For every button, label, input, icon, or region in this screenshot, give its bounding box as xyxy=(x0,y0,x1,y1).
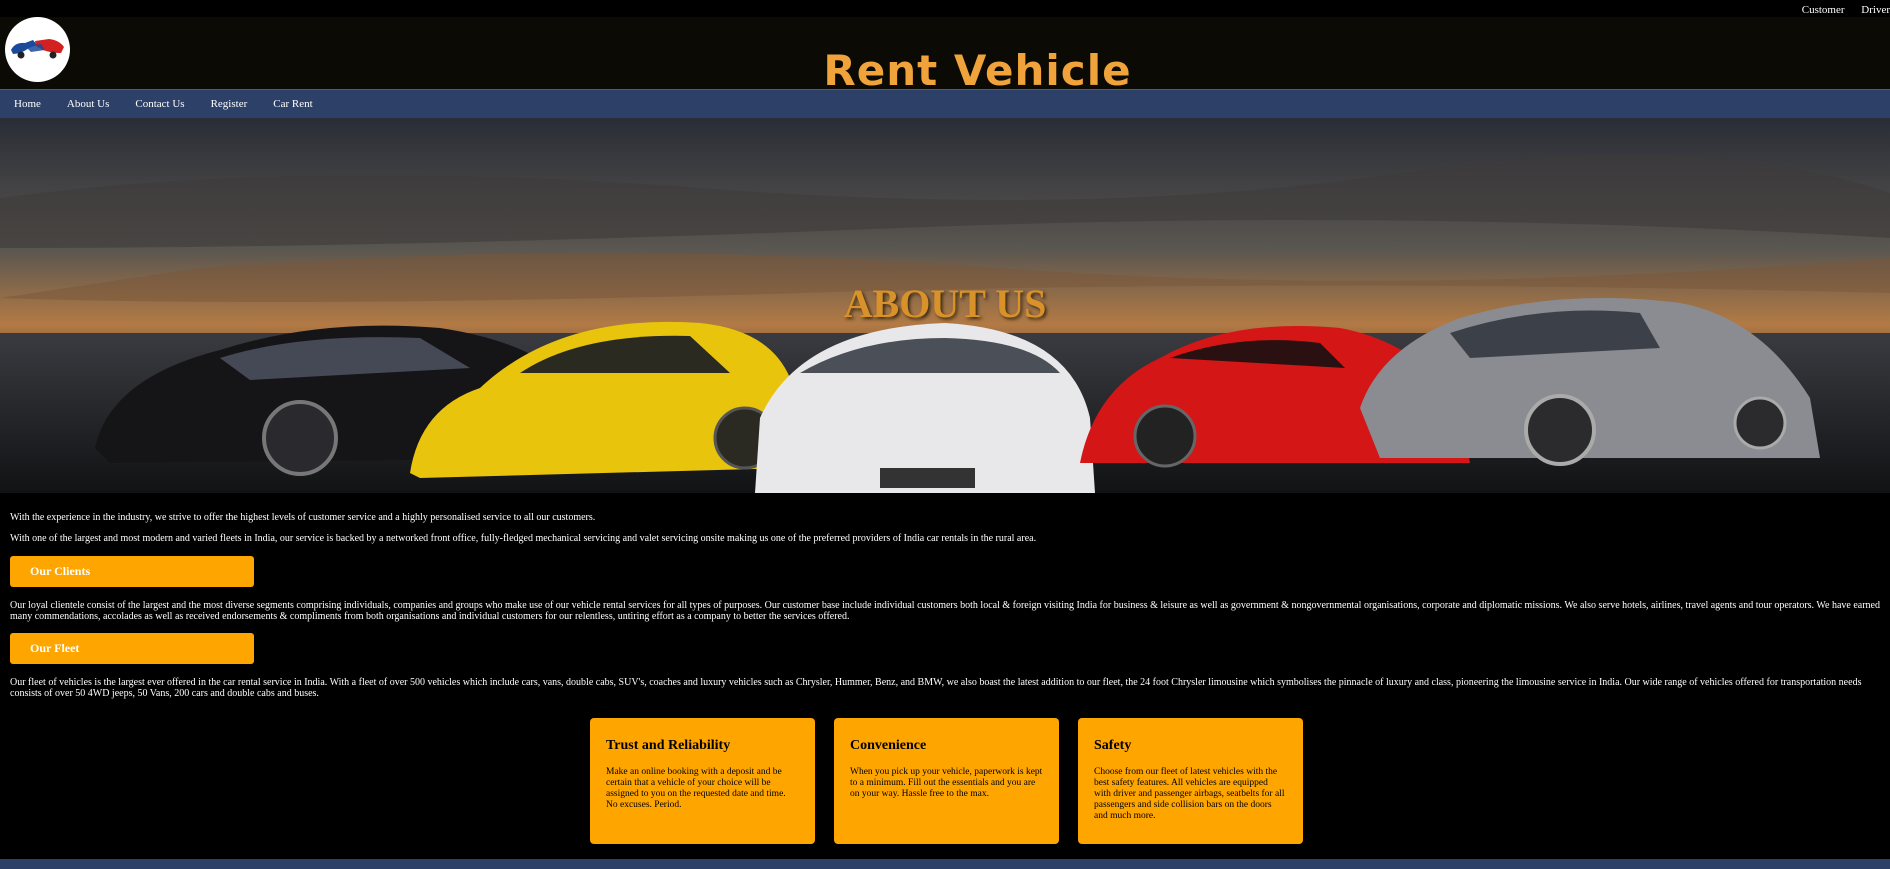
top-links: Customer Driver xyxy=(1788,4,1890,16)
top-bar: Customer Driver xyxy=(0,0,1890,17)
our-clients-button[interactable]: Our Clients xyxy=(10,556,254,587)
feature-card-safety: Safety Choose from our fleet of latest v… xyxy=(1078,718,1303,844)
feature-card-convenience: Convenience When you pick up your vehicl… xyxy=(834,718,1059,844)
clients-paragraph: Our loyal clientele consist of the large… xyxy=(10,600,1880,622)
top-link-driver[interactable]: Driver xyxy=(1861,4,1890,16)
intro-paragraph-2: With one of the largest and most modern … xyxy=(10,533,1037,544)
card-text: When you pick up your vehicle, paperwork… xyxy=(850,767,1043,799)
hero-title: ABOUT US xyxy=(843,281,1047,326)
our-fleet-button[interactable]: Our Fleet xyxy=(10,633,254,664)
card-title: Trust and Reliability xyxy=(606,738,731,753)
card-title: Convenience xyxy=(850,738,927,753)
footer-strip xyxy=(0,859,1890,869)
card-text: Choose from our fleet of latest vehicles… xyxy=(1094,767,1285,821)
feature-card-trust: Trust and Reliability Make an online boo… xyxy=(590,718,815,844)
card-text: Make an online booking with a deposit an… xyxy=(606,767,786,810)
hero-banner: ABOUT US xyxy=(0,118,1890,493)
fleet-paragraph: Our fleet of vehicles is the largest eve… xyxy=(10,677,1862,699)
card-title: Safety xyxy=(1094,738,1132,753)
brand-title: Rent Vehicle xyxy=(823,46,1132,95)
top-link-customer[interactable]: Customer xyxy=(1802,4,1845,16)
car-handshake-icon[interactable] xyxy=(5,17,70,82)
intro-paragraph-1: With the experience in the industry, we … xyxy=(10,512,596,523)
